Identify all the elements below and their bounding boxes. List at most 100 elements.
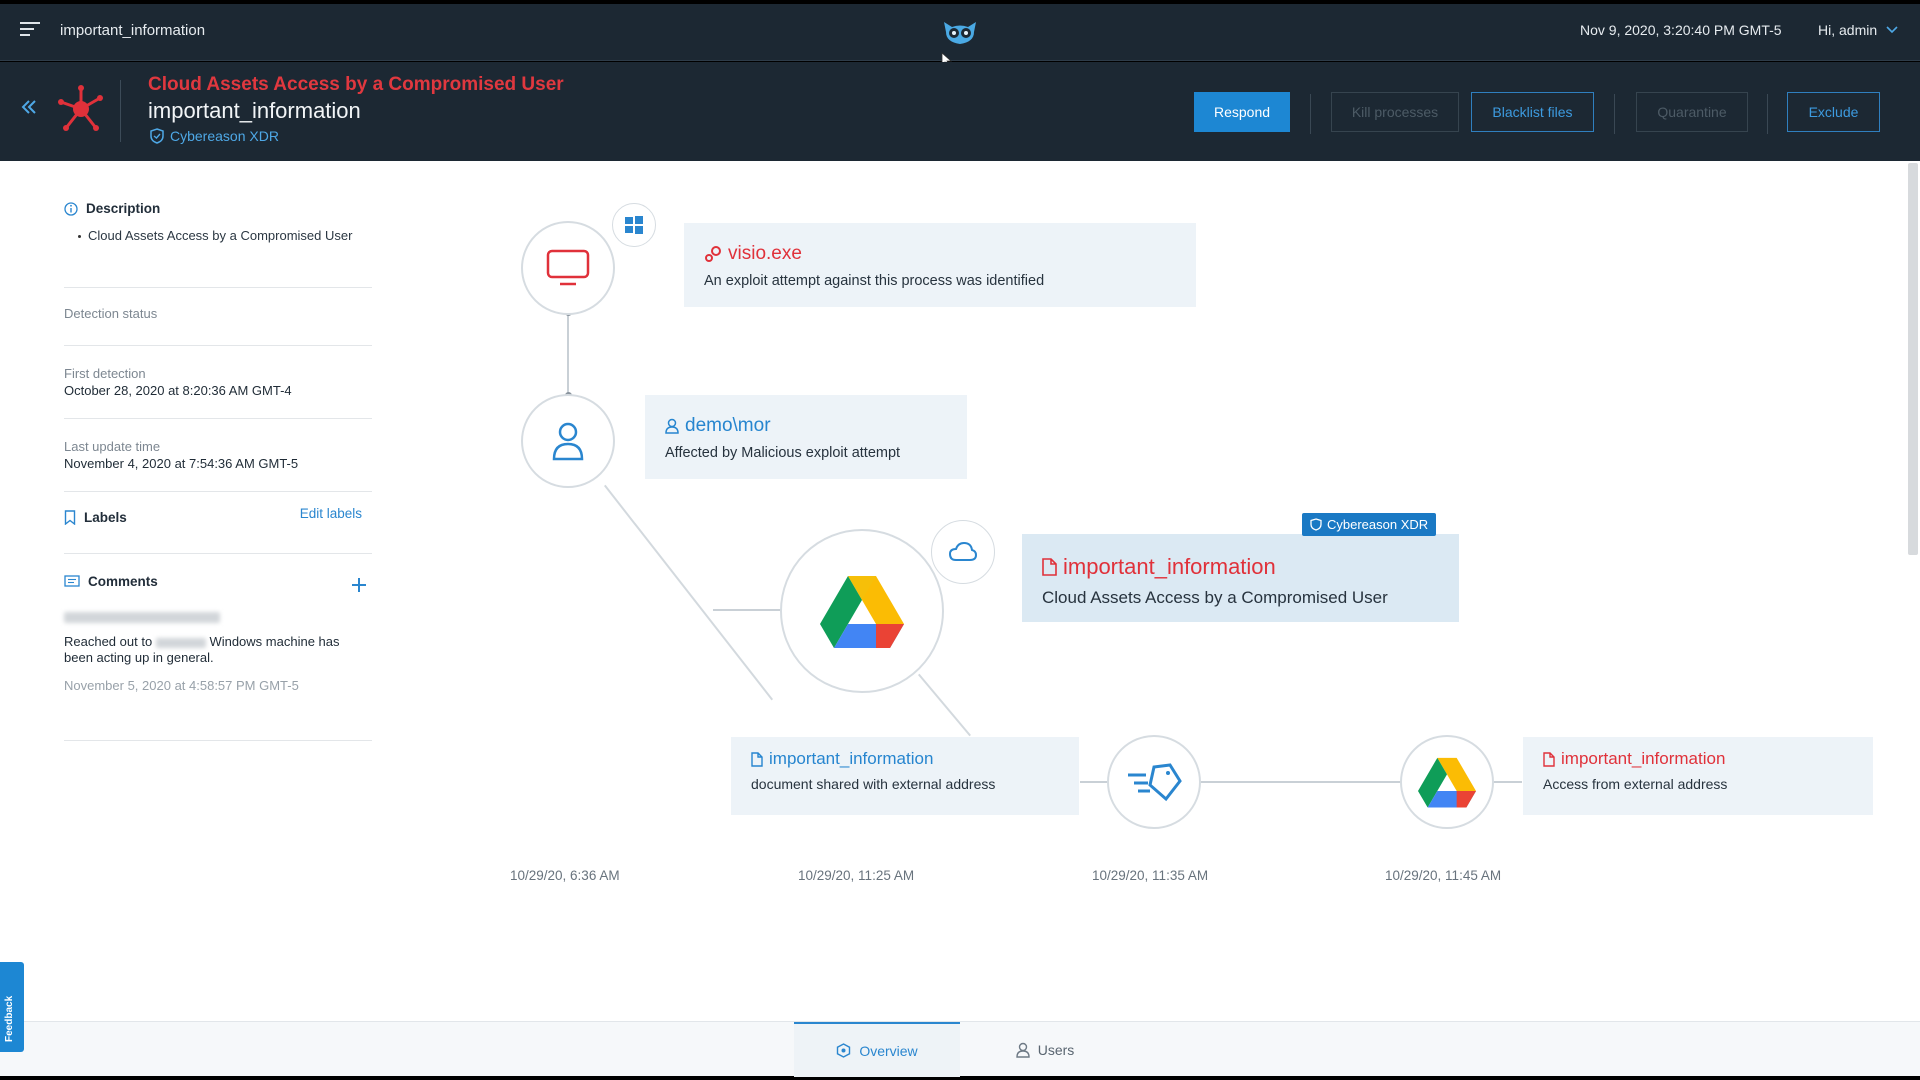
comment-time: November 5, 2020 at 4:58:57 PM GMT-5 — [64, 678, 299, 693]
main-alert-desc: Cloud Assets Access by a Compromised Use… — [1042, 588, 1388, 607]
visio-process-desc: An exploit attempt against this process … — [704, 273, 1045, 289]
monitor-icon — [546, 249, 590, 286]
shield-icon — [150, 128, 164, 144]
bottom-tabs: Overview Users — [0, 1021, 1920, 1077]
alert-type: Cloud Assets Access by a Compromised Use… — [148, 74, 564, 95]
double-chevron-left-icon[interactable] — [20, 98, 38, 116]
main-alert-card[interactable]: important_information Cloud Assets Acces… — [1022, 534, 1459, 622]
cloud-icon — [949, 542, 977, 561]
first-detection-label: First detection — [64, 366, 146, 381]
details-panel: Description Cloud Assets Access by a Com… — [64, 201, 372, 741]
timeline-label: 10/29/20, 11:45 AM — [1385, 868, 1502, 883]
description-text: Cloud Assets Access by a Compromised Use… — [64, 228, 372, 244]
bookmark-icon — [64, 510, 76, 525]
comments-title: Comments — [88, 574, 158, 589]
timeline-label: 10/29/20, 11:35 AM — [1092, 868, 1209, 883]
xdr-source-tag-label: Cybereason XDR — [1327, 517, 1429, 532]
user-menu[interactable]: Hi, admin — [1818, 22, 1877, 38]
timeline-label: 10/29/20, 11:25 AM — [798, 868, 915, 883]
header-divider — [120, 80, 121, 142]
header-separator — [1614, 94, 1615, 134]
external-access-card[interactable]: important_information Access from extern… — [1523, 737, 1873, 815]
cloud-node[interactable] — [931, 520, 995, 584]
user-icon — [1016, 1042, 1030, 1058]
user-desc: Affected by Malicious exploit attempt — [665, 445, 901, 461]
labels-section: Labels Edit labels — [64, 492, 372, 554]
google-drive-icon — [820, 576, 904, 648]
overview-hexagon-icon — [837, 1043, 851, 1058]
windows-icon — [625, 216, 643, 234]
shared-document-card[interactable]: important_information document shared wi… — [731, 737, 1079, 815]
add-comment-button[interactable] — [352, 578, 366, 592]
tab-overview-label: Overview — [859, 1042, 918, 1059]
comment-body: Reached out to Windows machine has been … — [64, 634, 372, 666]
user-icon — [665, 418, 679, 434]
info-icon — [64, 201, 78, 216]
comment-text-start: Reached out to — [64, 634, 153, 649]
page-title: important_information — [60, 22, 206, 39]
scrollbar[interactable] — [1908, 163, 1918, 555]
comment-author — [64, 609, 372, 624]
respond-button[interactable]: Respond — [1194, 92, 1290, 132]
share-event-node[interactable] — [1107, 735, 1201, 829]
xdr-source-tag: Cybereason XDR — [1302, 513, 1437, 536]
visio-process-title: visio.exe — [728, 243, 802, 264]
last-update-label: Last update time — [64, 439, 161, 454]
malop-star-icon — [58, 85, 103, 131]
graph-connector — [567, 311, 569, 395]
windows-os-node[interactable] — [612, 203, 656, 247]
process-gear-icon — [705, 246, 721, 262]
alert-name: important_information — [148, 98, 361, 123]
google-drive-node[interactable] — [780, 529, 944, 693]
external-access-title: important_information — [1561, 749, 1726, 768]
first-detection-section: First detection October 28, 2020 at 8:20… — [64, 346, 372, 419]
main-content: Description Cloud Assets Access by a Com… — [0, 161, 1920, 1023]
machine-node[interactable] — [521, 221, 615, 315]
main-alert-title: important_information — [1063, 554, 1276, 579]
file-icon — [1543, 751, 1555, 767]
share-tag-icon — [1128, 763, 1182, 802]
menu-icon[interactable] — [20, 22, 40, 40]
blacklist-files-button[interactable]: Blacklist files — [1471, 92, 1594, 132]
alert-source[interactable]: Cybereason XDR — [150, 128, 279, 144]
top-bar: important_information Nov 9, 2020, 3:20:… — [0, 4, 1920, 68]
quarantine-button[interactable]: Quarantine — [1636, 92, 1748, 132]
header-separator — [1767, 94, 1768, 134]
user-title: demo\mor — [685, 415, 771, 436]
detection-status-label: Detection status — [64, 306, 158, 321]
graph-connector — [1200, 781, 1402, 783]
file-icon — [751, 751, 763, 767]
comment-icon — [64, 574, 80, 587]
header-separator — [1310, 94, 1311, 134]
description-title: Description — [86, 201, 161, 216]
google-drive-icon — [1418, 757, 1476, 808]
shield-icon — [1310, 518, 1322, 531]
alert-header: Cloud Assets Access by a Compromised Use… — [0, 62, 1920, 161]
edit-labels-link[interactable]: Edit labels — [300, 506, 362, 521]
exclude-button[interactable]: Exclude — [1787, 92, 1880, 132]
shared-document-title: important_information — [769, 749, 934, 768]
description-section: Description Cloud Assets Access by a Com… — [64, 201, 372, 288]
last-update-section: Last update time November 4, 2020 at 7:5… — [64, 419, 372, 492]
labels-title: Labels — [84, 510, 127, 525]
tab-users-label: Users — [1037, 1041, 1075, 1058]
user-card[interactable]: demo\mor Affected by Malicious exploit a… — [645, 395, 967, 479]
shared-document-desc: document shared with external address — [751, 776, 996, 792]
visio-process-card[interactable]: visio.exe An exploit attempt against thi… — [684, 223, 1196, 307]
feedback-button[interactable]: Feedback — [0, 962, 24, 1052]
graph-connector — [918, 673, 971, 737]
external-access-desc: Access from external address — [1543, 776, 1728, 792]
alert-source-label: Cybereason XDR — [170, 128, 279, 144]
graph-connector — [604, 484, 774, 701]
google-drive-access-node[interactable] — [1400, 735, 1494, 829]
chevron-down-icon[interactable] — [1886, 26, 1898, 34]
tab-users[interactable]: Users — [965, 1022, 1125, 1077]
graph-connector — [1492, 781, 1522, 783]
tab-overview[interactable]: Overview — [794, 1022, 960, 1077]
user-node[interactable] — [521, 394, 615, 488]
timeline-label: 10/29/20, 6:36 AM — [510, 868, 620, 883]
owl-logo-icon[interactable] — [940, 18, 980, 48]
feedback-label: Feedback — [4, 995, 15, 1042]
first-detection-value: October 28, 2020 at 8:20:36 AM GMT-4 — [64, 383, 292, 398]
kill-processes-button[interactable]: Kill processes — [1331, 92, 1459, 132]
